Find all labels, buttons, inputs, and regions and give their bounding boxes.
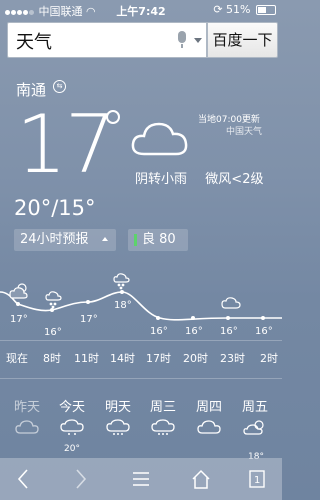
aqi-label: 良 80 [142,232,176,247]
hour-label: 11时 [74,352,99,365]
day-thursday[interactable]: 周四 [189,396,229,441]
day-high-temp: 20° [64,444,80,454]
search-input[interactable]: 天气 [7,22,207,58]
light-rain-icon [45,291,62,309]
light-rain-icon [60,419,84,435]
search-bar: 天气 百度一下 [7,22,278,58]
chart-temp-label: 16° [255,326,273,337]
day-label: 周三 [149,400,176,415]
day-today[interactable]: 今天 [52,396,92,441]
day-yesterday[interactable]: 昨天 [7,396,47,439]
partly-cloudy-sun-icon [9,283,28,299]
hour-labels: 现在 8时 11时 14时 17时 20时 23时 2时 [0,350,282,370]
day-tomorrow[interactable]: 明天 [98,396,138,441]
search-query: 天气 [16,32,52,53]
switch-city-icon[interactable]: ⇆ [53,80,66,93]
hour-label: 8时 [43,352,61,365]
day-label: 周五 [241,400,268,415]
chart-point [86,300,90,304]
partly-cloudy-icon [243,420,264,435]
degree-symbol [106,110,120,124]
day-wednesday[interactable]: 周三 [143,396,183,441]
cloud-icon [197,420,221,434]
day-label: 昨天 [13,400,40,415]
chevron-up-icon [102,237,108,241]
day-friday[interactable]: 周五 [235,396,275,441]
data-source: 中国天气 [226,127,263,137]
hour-label: 17时 [146,352,171,365]
weather-condition: 阴转小雨 [135,172,188,187]
cloud-icon [221,297,241,309]
forward-arrow-icon[interactable] [74,468,88,490]
forecast-label: 24小时预报 [20,232,89,247]
hour-label: 现在 [6,352,28,365]
divider [0,378,282,379]
hour-label: 20时 [183,352,208,365]
tabs-icon[interactable]: 1 [248,468,266,490]
chevron-down-icon[interactable] [194,38,202,43]
day-label: 周四 [195,400,222,415]
browser-toolbar: 1 [0,458,282,500]
back-arrow-icon[interactable] [16,468,30,490]
chart-point [156,316,160,320]
temperature-range: 20°/15° [14,196,96,220]
hour-label: 2时 [260,352,278,365]
cloud-icon [131,122,188,156]
day-label: 今天 [58,400,85,415]
aqi-level-bar [134,234,137,246]
chart-point [191,316,195,320]
chart-point [261,316,265,320]
hour-label: 23时 [220,352,245,365]
divider [0,340,282,341]
rain-icon [151,419,175,435]
rain-icon [106,419,130,435]
lock-rotation-icon: ⟳ [213,3,223,16]
battery-percent: 51% [226,3,251,16]
chart-temp-label: 16° [185,326,203,337]
chart-temp-label: 16° [220,326,238,337]
air-quality-badge[interactable]: 良 80 [128,229,188,251]
menu-icon[interactable] [132,468,150,490]
chart-point [50,308,54,312]
status-bar: 中国联通 ◠ 上午7:42 ⟳ 51% [0,0,282,18]
weather-condition-row: 阴转小雨 微风<2级 [135,168,263,187]
chart-temp-label: 16° [150,326,168,337]
chart-temp-label: 18° [114,300,132,311]
chart-point [16,302,20,306]
svg-text:1: 1 [254,475,260,486]
cloud-icon [15,420,39,434]
day-label: 明天 [104,400,131,415]
chart-temp-label: 17° [80,314,98,325]
hourly-temperature-chart: 17° 16° 17° 18° 16° 16° 16° 16° [0,273,282,338]
daily-forecast: 昨天 今天 明天 周三 周四 周五 20° 18° [0,396,282,462]
microphone-icon[interactable] [178,31,186,48]
hour-label: 14时 [110,352,135,365]
search-button[interactable]: 百度一下 [207,22,278,58]
chart-temp-label: 17° [10,314,28,325]
chart-temp-label: 16° [44,327,62,338]
chart-point [226,316,230,320]
wind-level: 微风<2级 [205,172,264,187]
light-rain-icon [113,273,130,290]
battery-area: ⟳ 51% [213,3,276,16]
hourly-forecast-toggle[interactable]: 24小时预报 [14,229,116,251]
battery-icon [256,5,276,15]
home-icon[interactable] [191,468,211,490]
chart-point [120,290,124,294]
city-name[interactable]: 南通 [16,79,46,100]
current-temperature: 17 [16,98,116,191]
